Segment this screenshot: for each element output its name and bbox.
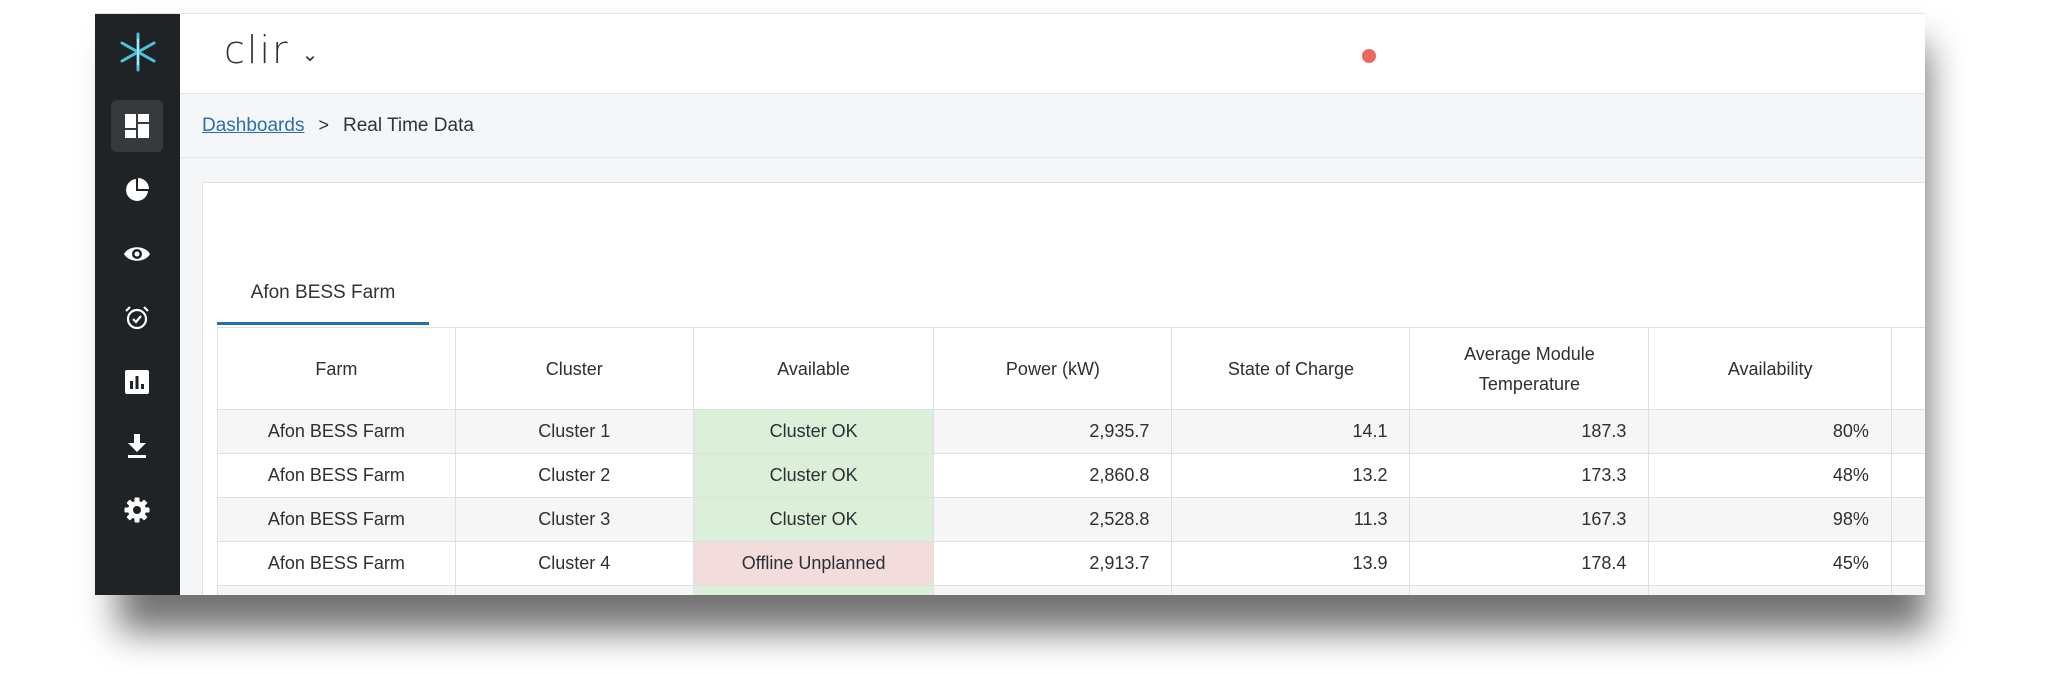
cell-farm: Afon BESS Farm [217, 497, 456, 542]
cell-power: 2,935.7 [933, 409, 1173, 454]
cell-farm: Afon BESS Farm [217, 541, 456, 586]
content-area: Afon BESS Farm Farm Cluster Available Po… [180, 158, 1925, 595]
cell-overflow [1890, 585, 1925, 595]
table-row[interactable]: Afon BESS Farm Cluster 2 Cluster OK 2,86… [217, 453, 1925, 498]
cell-available-status [692, 585, 935, 595]
cell-cluster: Cluster 3 [454, 497, 694, 542]
cell-temperature: 173.3 [1409, 453, 1650, 498]
cell-temperature [1409, 585, 1650, 595]
table-row[interactable]: Afon BESS Farm Cluster 1 Cluster OK 2,93… [217, 409, 1925, 454]
sidebar-item-alarms[interactable] [111, 292, 163, 344]
cell-available-status: Offline Unplanned [692, 541, 935, 586]
cell-availability: 80% [1648, 409, 1892, 454]
cell-farm: Afon BESS Farm [217, 453, 456, 498]
cell-availability: 45% [1648, 541, 1892, 586]
cell-power: 2,528.8 [933, 497, 1173, 542]
sidebar-item-dashboards[interactable] [111, 100, 163, 152]
cell-power [933, 585, 1173, 595]
gear-icon [124, 497, 150, 523]
table-wrapper[interactable]: Farm Cluster Available Power (kW) State … [217, 327, 1925, 595]
cell-soc: 14.1 [1171, 409, 1411, 454]
column-header-cluster[interactable]: Cluster [454, 327, 694, 410]
cell-power: 2,860.8 [933, 453, 1173, 498]
table-header-row: Farm Cluster Available Power (kW) State … [217, 327, 1925, 410]
org-switcher[interactable]: clir ⌄ [224, 28, 320, 72]
cell-available-status: Cluster OK [692, 409, 935, 454]
cell-availability: 98% [1648, 497, 1892, 542]
table-row[interactable]: Afon BESS Farm Cluster 4 Offline Unplann… [217, 541, 1925, 586]
table-row[interactable]: Afon BESS Farm Cluster 3 Cluster OK 2,52… [217, 497, 1925, 542]
cell-soc [1171, 585, 1411, 595]
column-header-avg-module-temperature[interactable]: Average Module Temperature [1409, 327, 1650, 410]
chevron-down-icon: ⌄ [301, 42, 321, 66]
cell-power: 2,913.7 [933, 541, 1173, 586]
bar-report-icon [125, 370, 149, 394]
sidebar-item-downloads[interactable] [111, 420, 163, 472]
clir-star-logo[interactable] [95, 22, 180, 82]
column-header-overflow [1890, 327, 1925, 410]
breadcrumb-separator: > [318, 115, 329, 135]
column-header-temp-line2: Temperature [1478, 373, 1580, 394]
cell-cluster [454, 585, 694, 595]
sidebar [95, 14, 180, 595]
alarm-clock-icon [125, 306, 149, 330]
cell-farm: Afon BESS Farm [217, 409, 456, 454]
column-header-state-of-charge[interactable]: State of Charge [1171, 327, 1411, 410]
cell-availability [1648, 585, 1892, 595]
cell-overflow [1890, 497, 1925, 542]
app-window: clir ⌄ Dashboards > Real Time Data Afon … [95, 13, 1925, 595]
breadcrumb: Dashboards > Real Time Data [180, 94, 1925, 158]
column-header-temp-line1: Average Module [1464, 343, 1595, 364]
sidebar-item-monitor[interactable] [111, 228, 163, 280]
pie-chart-icon [126, 178, 149, 201]
cell-temperature: 167.3 [1409, 497, 1650, 542]
sidebar-item-settings[interactable] [111, 484, 163, 536]
column-header-availability[interactable]: Availability [1648, 327, 1892, 410]
real-time-data-table: Farm Cluster Available Power (kW) State … [217, 327, 1925, 595]
cell-soc: 13.9 [1171, 541, 1411, 586]
cell-soc: 11.3 [1171, 497, 1411, 542]
sidebar-item-reports[interactable] [111, 356, 163, 408]
cell-soc: 13.2 [1171, 453, 1411, 498]
column-header-available[interactable]: Available [692, 327, 935, 410]
status-indicator [1362, 49, 1376, 63]
data-panel: Afon BESS Farm Farm Cluster Available Po… [202, 182, 1925, 595]
table-row-partial[interactable] [217, 585, 1925, 595]
tab-afon-bess-farm[interactable]: Afon BESS Farm [217, 263, 429, 325]
dashboard-icon [125, 114, 149, 138]
top-bar: clir ⌄ [180, 14, 1925, 94]
eye-icon [124, 247, 150, 261]
column-header-power[interactable]: Power (kW) [933, 327, 1173, 410]
column-header-farm[interactable]: Farm [217, 327, 456, 410]
brand-name: clir [224, 28, 290, 72]
cell-cluster: Cluster 1 [454, 409, 694, 454]
cell-temperature: 178.4 [1409, 541, 1650, 586]
cell-availability: 48% [1648, 453, 1892, 498]
cell-farm [217, 585, 456, 595]
breadcrumb-current: Real Time Data [342, 114, 474, 136]
breadcrumb-dashboards-link[interactable]: Dashboards [202, 115, 304, 137]
cell-cluster: Cluster 4 [454, 541, 694, 586]
cell-cluster: Cluster 2 [454, 453, 694, 498]
sidebar-item-analytics[interactable] [111, 164, 163, 216]
cell-available-status: Cluster OK [692, 497, 935, 542]
cell-available-status: Cluster OK [692, 453, 935, 498]
cell-overflow [1890, 541, 1925, 586]
download-icon [128, 434, 146, 458]
cell-temperature: 187.3 [1409, 409, 1650, 454]
cell-overflow [1890, 409, 1925, 454]
cell-overflow [1890, 453, 1925, 498]
